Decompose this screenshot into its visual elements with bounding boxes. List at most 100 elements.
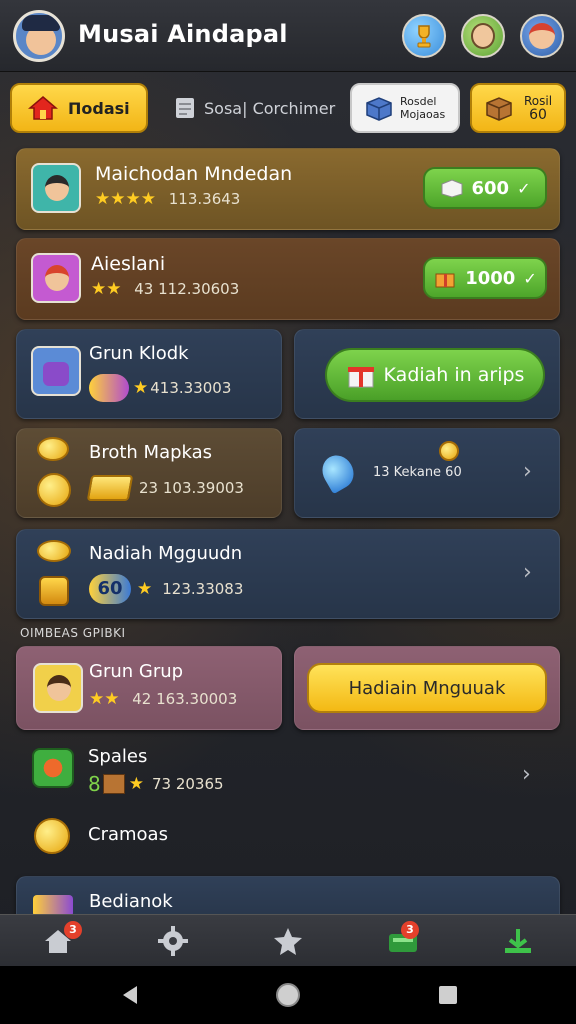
reward-amount: 600	[471, 177, 510, 199]
coin-stack-icon	[37, 540, 71, 562]
info-card-1[interactable]: 13 Kekane 60 ›	[294, 428, 560, 518]
item-rating: ★★ 42 163.30003	[89, 689, 237, 709]
info-text: 13 Kekane 60	[373, 465, 462, 480]
home-system-button[interactable]	[258, 966, 318, 1024]
crate-icon	[102, 774, 125, 794]
trophy-button[interactable]	[402, 14, 446, 58]
document-icon	[176, 98, 194, 118]
nav-leaderboard[interactable]	[460, 915, 575, 967]
profile-avatar[interactable]	[13, 10, 65, 62]
nav-settings[interactable]	[115, 915, 230, 967]
item-meta: 73 20365	[151, 775, 224, 793]
list-item-card-5[interactable]: Nadiah Mgguudn 60 ★ 123.33083 ›	[16, 529, 560, 619]
tab-shop-label-1: Rosil	[524, 94, 553, 108]
star-icon: ★	[133, 378, 149, 398]
list-item-card-4[interactable]: Broth Mapkas 23 103.39003	[16, 428, 282, 518]
item-count: 8	[88, 772, 101, 796]
item-thumbnail	[33, 663, 83, 713]
chevron-right-icon: ›	[523, 459, 532, 484]
nav-shop[interactable]: 3	[345, 915, 460, 967]
list-item-card-6[interactable]: Grun Grup ★★ 42 163.30003	[16, 646, 282, 730]
back-button[interactable]	[100, 966, 160, 1024]
item-meta: 43 112.30603	[134, 280, 240, 298]
app-title: Musai Aindapal	[78, 20, 288, 48]
level-badge: 60	[89, 574, 131, 604]
reward-button[interactable]: 1000 ✓	[423, 257, 547, 299]
list-item-card-8[interactable]: Cramoas	[16, 812, 560, 862]
coin-stack-icon	[37, 437, 69, 461]
gear-icon	[157, 926, 188, 956]
tab-home-label: Πodasi	[68, 98, 130, 118]
recents-square-icon	[439, 986, 457, 1004]
claim-reward-button[interactable]: Kadiah in arips	[325, 348, 545, 402]
coin-icon	[439, 441, 459, 461]
item-title: Maichodan Mndedan	[95, 163, 293, 185]
friend-face-icon	[471, 23, 495, 49]
action-card-2: Hadiain Mnguuak	[294, 646, 560, 730]
player-avatar-button[interactable]	[520, 14, 564, 58]
reward-button[interactable]: 600 ✓	[423, 167, 547, 209]
star-icon: ★★	[91, 279, 122, 299]
star-icon: ★★	[89, 689, 120, 709]
item-thumbnail	[31, 346, 81, 396]
tab-social-label: Sosa| Corchimer	[204, 98, 336, 118]
list-item-card-7[interactable]: Spales 8 ★ 73 20365 ›	[16, 738, 560, 818]
tab-home[interactable]: Πodasi	[10, 83, 148, 133]
tab-shop-label-2: 60	[529, 107, 547, 123]
gift-icon	[435, 273, 455, 288]
gift-box-icon	[347, 367, 374, 388]
item-rating: ★ 413.33003	[89, 374, 231, 402]
nav-favorites[interactable]	[230, 915, 345, 967]
reward-amount: 1000	[465, 267, 516, 289]
notification-badge: 3	[64, 921, 82, 939]
item-title: Cramoas	[88, 824, 168, 845]
tab-missions[interactable]: Rosdel Mojaoas	[350, 83, 460, 133]
box-icon	[366, 97, 392, 121]
recents-button[interactable]	[418, 966, 478, 1024]
item-title: Broth Mapkas	[89, 442, 213, 463]
star-icon: ★	[137, 579, 153, 599]
notification-badge: 3	[401, 921, 419, 939]
item-meta: 23 103.39003	[139, 479, 244, 497]
top-bar: Musai Aindapal	[0, 0, 576, 72]
monster-icon	[32, 748, 74, 788]
podium-icon	[504, 929, 531, 953]
trophy-icon	[417, 25, 431, 48]
coin-icon	[34, 818, 70, 854]
home-circle-icon	[276, 983, 300, 1007]
tab-social[interactable]: Sosa| Corchimer	[170, 83, 340, 133]
item-meta: 113.3643	[168, 190, 241, 208]
item-thumbnail	[31, 163, 81, 213]
item-thumbnail	[31, 253, 81, 303]
gem-icon	[316, 449, 360, 495]
friend-avatar-button[interactable]	[461, 14, 505, 58]
tab-bar: Πodasi Sosa| Corchimer Rosdel Mojaoas Ro…	[0, 78, 576, 140]
tab-shop[interactable]: Rosil 60	[470, 83, 566, 133]
claim-button-label: Hadiain Mnguuak	[348, 677, 506, 699]
list-item-card-2[interactable]: Aieslani ★★ 43 112.30603 1000 ✓	[16, 238, 560, 320]
section-header: OIMBEAS GPIBKI	[20, 626, 126, 640]
list-item-card-1[interactable]: Maichodan Mndedan ★★★★ 113.3643 600 ✓	[16, 148, 560, 230]
claim-button[interactable]: Hadiain Mnguuak	[307, 663, 547, 713]
coin-icon	[37, 473, 71, 507]
treasure-icon	[39, 576, 69, 606]
list-item-card-3[interactable]: Grun Klodk ★ 413.33003	[16, 329, 282, 419]
chevron-right-icon: ›	[522, 762, 531, 787]
tab-missions-label-2: Mojaoas	[400, 108, 446, 121]
item-meta: 42 163.30003	[132, 690, 238, 708]
item-rating: ★★ 43 112.30603	[91, 279, 239, 299]
nav-home[interactable]: 3	[0, 915, 115, 967]
action-card-1: Kadiah in arips	[294, 329, 560, 419]
star-icon: ★	[128, 774, 144, 794]
box-icon	[441, 179, 462, 198]
item-rating: 60 ★ 123.33083	[89, 574, 243, 604]
chevron-right-icon: ›	[523, 560, 532, 585]
claim-reward-label: Kadiah in arips	[383, 364, 525, 386]
check-icon: ✓	[523, 268, 537, 288]
tab-missions-label-1: Rosdel	[400, 95, 437, 108]
item-meta: 123.33083	[162, 580, 244, 598]
item-title: Grun Klodk	[89, 343, 189, 364]
crate-icon	[486, 97, 512, 121]
home-icon	[28, 96, 58, 120]
star-icon: ★★★★	[95, 189, 156, 209]
